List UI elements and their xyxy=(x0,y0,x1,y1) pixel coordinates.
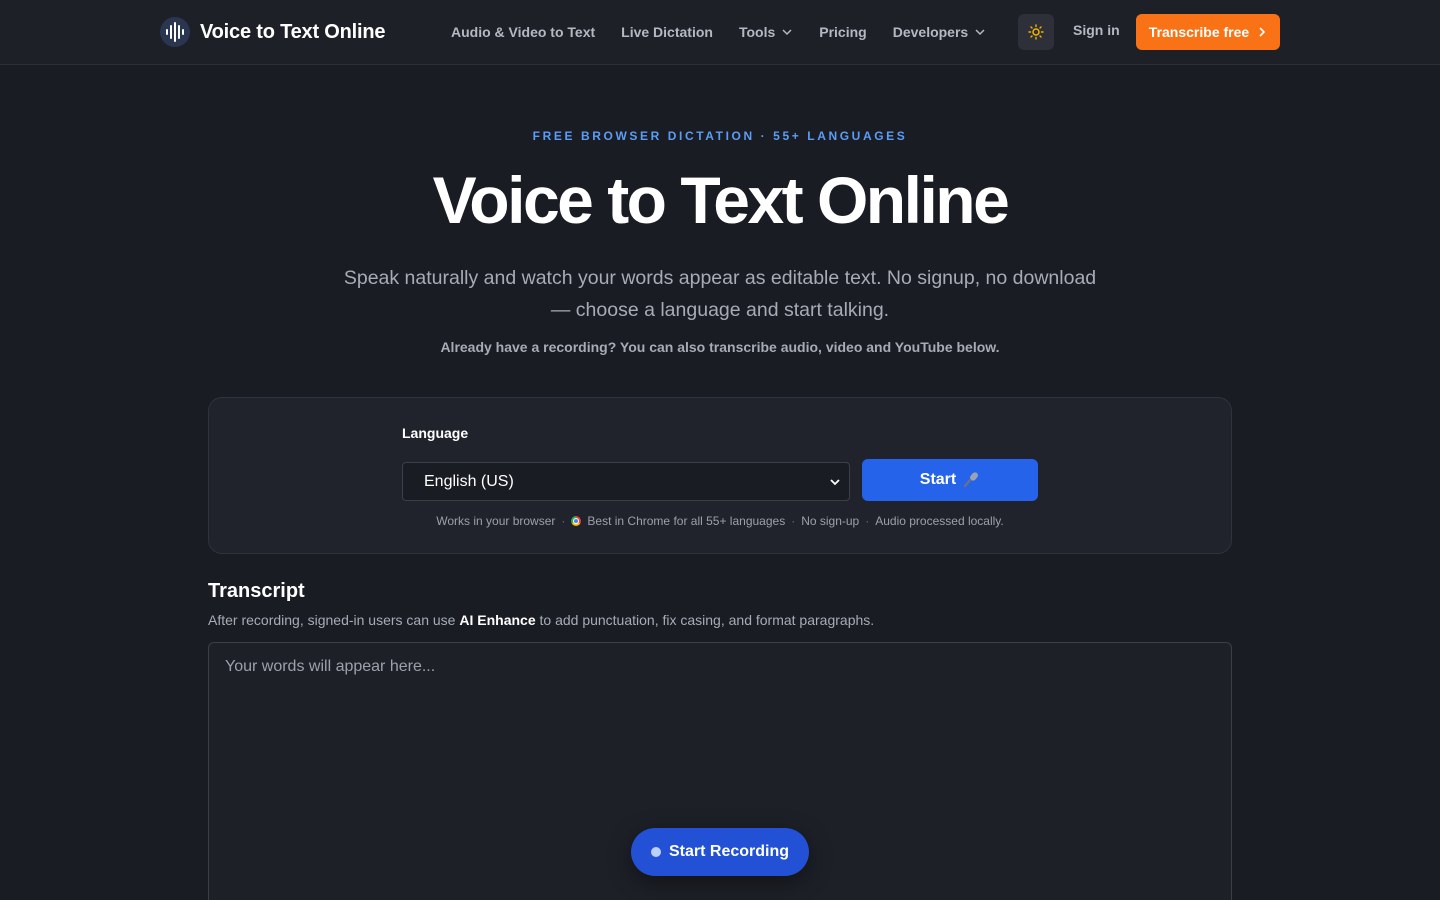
transcribe-free-button[interactable]: Transcribe free xyxy=(1136,14,1280,50)
dictation-meta-row: Works in your browser · Best in Chrome f… xyxy=(209,514,1231,528)
hero-note: Already have a recording? You can also t… xyxy=(440,339,1000,355)
separator-dot: · xyxy=(791,514,796,528)
chevron-right-icon xyxy=(1259,27,1266,37)
page-title: Voice to Text Online xyxy=(432,163,1010,237)
cta-label: Transcribe free xyxy=(1148,24,1250,40)
meta-browser: Works in your browser xyxy=(436,514,556,528)
ai-enhance-label: AI Enhance xyxy=(459,612,536,628)
dictation-card: Language English (US) Start Works in you… xyxy=(208,397,1232,554)
meta-local: Audio processed locally. xyxy=(875,514,1004,528)
record-dot-icon xyxy=(650,847,661,857)
theme-toggle-button[interactable] xyxy=(1018,14,1054,50)
transcript-heading: Transcript xyxy=(208,580,305,602)
hero-subtitle: Speak naturally and watch your words app… xyxy=(343,267,1097,321)
waveform-logo-icon xyxy=(160,17,190,47)
start-dictation-button[interactable]: Start xyxy=(862,459,1038,501)
start-label: Start xyxy=(919,471,957,488)
chevron-down-icon xyxy=(782,29,792,36)
brand-link[interactable]: Voice to Text Online xyxy=(160,15,385,49)
microphone-icon xyxy=(964,472,979,488)
main-nav: Audio & Video to Text Live Dictation Too… xyxy=(451,20,986,44)
meta-signup: No sign-up xyxy=(801,514,860,528)
chevron-down-icon xyxy=(830,478,840,485)
nav-label: Developers xyxy=(892,24,969,40)
nav-audio-video-to-text[interactable]: Audio & Video to Text xyxy=(451,24,595,40)
separator-dot: · xyxy=(865,514,870,528)
top-navigation-bar: Voice to Text Online Audio & Video to Te… xyxy=(0,0,1440,65)
brand-name: Voice to Text Online xyxy=(200,20,386,43)
desc-text: After recording, signed-in users can use xyxy=(208,612,460,628)
separator-dot: · xyxy=(561,514,566,528)
transcript-placeholder: Your words will appear here... xyxy=(225,658,436,675)
language-selected-value: English (US) xyxy=(424,472,514,490)
nav-live-dictation[interactable]: Live Dictation xyxy=(621,24,713,40)
desc-text: to add punctuation, fix casing, and form… xyxy=(535,612,875,628)
start-recording-button[interactable]: Start Recording xyxy=(631,828,809,876)
language-select[interactable]: English (US) xyxy=(402,462,850,501)
nav-label: Live Dictation xyxy=(621,24,713,40)
transcript-description: After recording, signed-in users can use… xyxy=(208,612,874,628)
nav-label: Audio & Video to Text xyxy=(451,24,596,40)
chevron-down-icon xyxy=(975,29,985,36)
nav-tools-dropdown[interactable]: Tools xyxy=(739,24,793,40)
meta-chrome: Best in Chrome for all 55+ languages xyxy=(587,514,786,528)
nav-label: Pricing xyxy=(819,24,867,40)
sun-icon xyxy=(1028,24,1044,40)
nav-label: Tools xyxy=(738,24,776,40)
chrome-icon xyxy=(571,516,582,526)
hero-eyebrow: FREE BROWSER DICTATION · 55+ LANGUAGES xyxy=(532,129,908,143)
nav-developers-dropdown[interactable]: Developers xyxy=(893,24,986,40)
sign-in-link[interactable]: Sign in xyxy=(1073,22,1120,38)
language-label: Language xyxy=(402,425,469,441)
nav-pricing[interactable]: Pricing xyxy=(819,24,866,40)
record-label: Start Recording xyxy=(668,843,789,860)
